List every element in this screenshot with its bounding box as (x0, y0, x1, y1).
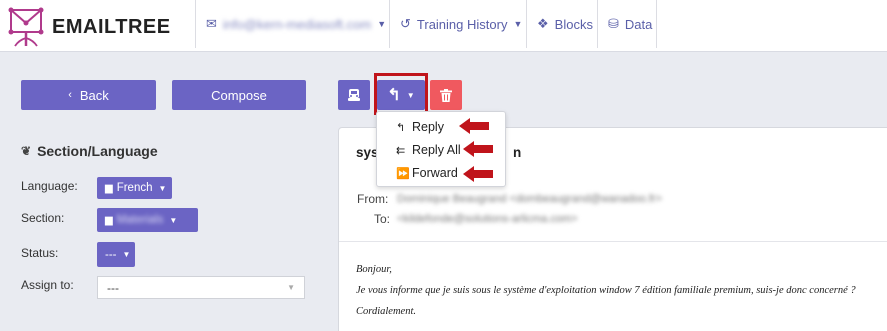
chevron-down-icon: ▼ (287, 283, 295, 292)
folder-icon: ▆ (105, 182, 113, 194)
language-value: French (116, 182, 153, 194)
chevron-down-icon: ▼ (169, 215, 178, 225)
compose-button[interactable]: Compose (172, 80, 306, 110)
menu-item-label: Reply (412, 120, 444, 134)
from-value: Dominique Beaugrand <dombeaugrand@wanado… (397, 193, 662, 205)
leaf-icon: ❦ (21, 144, 32, 158)
to-value: <kildefonde@solutions-arlicma.com> (397, 213, 578, 225)
chevron-down-icon: ▼ (122, 250, 131, 259)
email-body-line: Je vous informe que je suis sous le syst… (356, 285, 856, 296)
header-divider (339, 241, 887, 242)
compose-button-label: Compose (211, 87, 267, 103)
reply-button-highlight (374, 73, 428, 115)
trash-icon (440, 88, 452, 102)
section-language-heading: ❦ Section/Language (21, 143, 158, 159)
nav-data-label: Data (624, 16, 653, 32)
emailtree-logo-icon[interactable] (5, 6, 47, 48)
chevron-left-icon: ‹ (68, 89, 72, 101)
email-body-line: Cordialement. (356, 306, 416, 317)
nav-data[interactable]: ⛁ Data (597, 0, 657, 48)
assign-label: Assign to: (21, 278, 74, 292)
section-title-text: Section/Language (37, 143, 158, 159)
section-value: Materials (116, 214, 164, 226)
annotation-arrow-icon (463, 166, 493, 182)
section-label: Section: (21, 211, 65, 225)
top-navbar: EMAILTREE ✉ info@kern-mediasoft.com ▼ ↺ … (0, 0, 887, 52)
status-dropdown[interactable]: --- ▼ (97, 242, 135, 267)
back-button-label: Back (79, 87, 109, 103)
chevron-down-icon: ▼ (377, 19, 387, 29)
assign-value: --- (107, 280, 119, 295)
chevron-down-icon: ▼ (513, 19, 523, 29)
reply-all-icon: ⇇ (396, 144, 406, 157)
nav-account-label: info@kern-mediasoft.com (222, 16, 372, 32)
envelope-icon: ✉ (206, 16, 217, 31)
language-label: Language: (21, 179, 78, 193)
reply-icon: ↰ (396, 121, 406, 134)
annotation-arrow-icon (459, 118, 489, 134)
back-button[interactable]: ‹ Back (21, 80, 156, 110)
nav-blocks-label: Blocks (554, 16, 593, 32)
language-dropdown[interactable]: ▆ French ▼ (97, 177, 172, 199)
database-icon: ⛁ (608, 16, 619, 31)
forward-icon: ⏩ (396, 167, 410, 180)
printer-icon (348, 89, 360, 101)
history-icon: ↺ (400, 16, 411, 31)
assign-to-select[interactable]: --- ▼ (97, 276, 305, 299)
to-label: To: (374, 212, 391, 226)
section-dropdown[interactable]: ▆ Materials ▼ (97, 208, 198, 232)
nav-training-label: Training History (416, 16, 508, 32)
from-label: From: (357, 192, 389, 206)
nav-account-dropdown[interactable]: ✉ info@kern-mediasoft.com ▼ (195, 0, 389, 48)
status-label: Status: (21, 246, 59, 260)
delete-button[interactable] (430, 80, 462, 110)
status-value: --- (105, 248, 117, 261)
brand-name: EMAILTREE (52, 16, 171, 38)
cubes-icon: ❖ (537, 16, 549, 31)
chevron-down-icon: ▼ (158, 183, 167, 193)
print-button[interactable] (338, 80, 370, 110)
menu-item-label: Forward (412, 166, 458, 180)
email-subject-end: n (513, 145, 522, 160)
annotation-arrow-icon (463, 141, 493, 157)
folder-icon: ▆ (105, 214, 113, 226)
email-body-line: Bonjour, (356, 264, 392, 275)
nav-blocks[interactable]: ❖ Blocks (526, 0, 597, 48)
menu-item-label: Reply All (412, 143, 461, 157)
nav-training-history[interactable]: ↺ Training History ▼ (389, 0, 526, 48)
